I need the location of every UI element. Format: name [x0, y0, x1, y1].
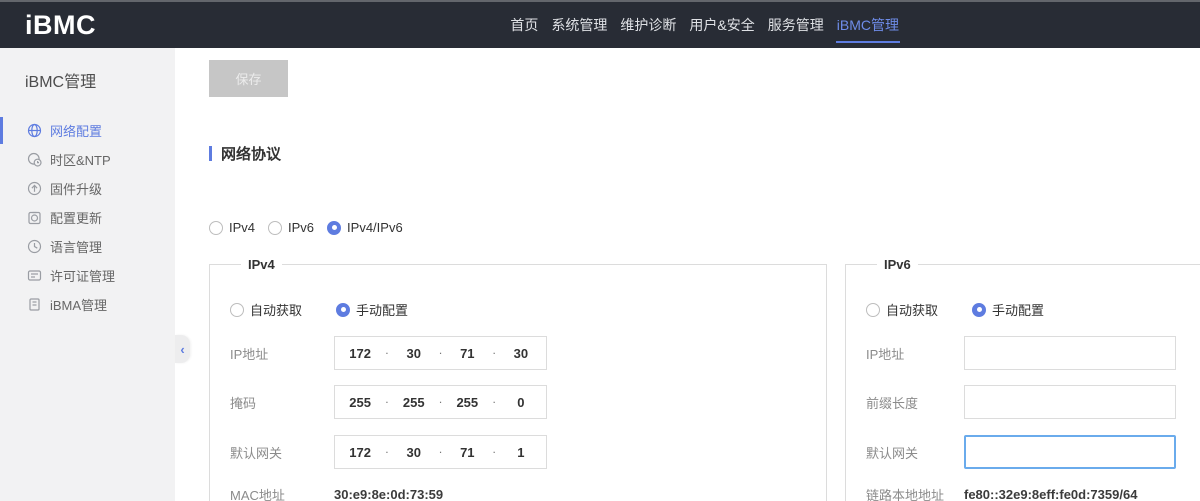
ipv4-mask-row: 掩码 255 . 255 . 255 . 0 — [230, 385, 806, 419]
ipv6-prefix-row: 前缀长度 — [866, 385, 1200, 419]
sidebar-item-label: 许可证管理 — [50, 266, 115, 285]
chevron-left-icon: ‹ — [180, 342, 184, 357]
ipv6-radio-auto[interactable]: 自动获取 — [866, 300, 938, 319]
ipv6-radio-manual[interactable]: 手动配置 — [972, 300, 1044, 319]
ibma-icon — [27, 297, 42, 312]
sidebar-item-ibma[interactable]: iBMA管理 — [0, 290, 175, 319]
radio-circle-icon — [327, 221, 341, 235]
ipv6-prefix-label: 前缀长度 — [866, 393, 964, 412]
sidebar-item-language[interactable]: 语言管理 — [0, 232, 175, 261]
network-icon — [27, 123, 42, 138]
radio-circle-icon — [209, 221, 223, 235]
ipv4-mac-label: MAC地址 — [230, 485, 334, 501]
top-nav: 首页 系统管理 维护诊断 用户&安全 服务管理 iBMC管理 — [509, 2, 900, 48]
ipv4-gateway-input[interactable]: 172 . 30 . 71 . 1 — [334, 435, 547, 469]
sidebar-item-timezone-ntp[interactable]: 时区&NTP — [0, 145, 175, 174]
language-icon — [27, 239, 42, 254]
radio-circle-icon — [230, 303, 244, 317]
sidebar-item-label: 配置更新 — [50, 208, 102, 227]
ipv6-link-local-row: 链路本地地址 fe80::32e9:8eff:fe0d:7359/64 — [866, 482, 1200, 501]
radio-circle-icon — [972, 303, 986, 317]
ipv6-panel-legend: IPv6 — [877, 257, 918, 272]
nav-item-user-security[interactable]: 用户&安全 — [688, 2, 755, 48]
sidebar-item-label: 网络配置 — [50, 121, 102, 140]
sidebar: iBMC管理 网络配置 时区&NTP — [0, 48, 175, 501]
ipv4-mask-label: 掩码 — [230, 393, 334, 412]
ipv4-ip-row: IP地址 172 . 30 . 71 . 30 — [230, 336, 806, 370]
ibmc-logo: iBMC — [25, 10, 96, 41]
main-content: 保存 网络协议 IPv4 IPv6 IPv4/IPv6 — [175, 48, 1200, 501]
timezone-ntp-icon — [27, 152, 42, 167]
nav-item-maintenance[interactable]: 维护诊断 — [619, 2, 677, 48]
ipv6-ip-row: IP地址 — [866, 336, 1200, 370]
ipv6-link-local-label: 链路本地地址 — [866, 485, 964, 501]
ipv4-mac-value: 30:e9:8e:0d:73:59 — [334, 487, 443, 501]
radio-ipv4-ipv6[interactable]: IPv4/IPv6 — [327, 220, 403, 235]
radio-ipv6[interactable]: IPv6 — [268, 220, 314, 235]
ipv4-gateway-label: 默认网关 — [230, 443, 334, 462]
nav-item-ibmc-management[interactable]: iBMC管理 — [836, 2, 900, 48]
radio-circle-icon — [268, 221, 282, 235]
ipv4-mask-input[interactable]: 255 . 255 . 255 . 0 — [334, 385, 547, 419]
ipv4-mode-radio-group: 自动获取 手动配置 — [230, 300, 806, 319]
top-bar: iBMC 首页 系统管理 维护诊断 用户&安全 服务管理 iBMC管理 — [0, 0, 1200, 48]
ipv4-ip-input[interactable]: 172 . 30 . 71 . 30 — [334, 336, 547, 370]
ipv4-ip-label: IP地址 — [230, 344, 334, 363]
sidebar-item-label: iBMA管理 — [50, 295, 107, 314]
ipv6-panel: IPv6 自动获取 手动配置 IP地址 — [845, 257, 1200, 501]
nav-item-service[interactable]: 服务管理 — [767, 2, 825, 48]
sidebar-item-label: 时区&NTP — [50, 150, 111, 169]
ipv4-panel-legend: IPv4 — [241, 257, 282, 272]
ipv4-panel: IPv4 自动获取 手动配置 IP地址 — [209, 257, 827, 501]
config-update-icon — [27, 210, 42, 225]
sidebar-item-license[interactable]: 许可证管理 — [0, 261, 175, 290]
ipv4-mac-row: MAC地址 30:e9:8e:0d:73:59 — [230, 482, 806, 501]
ipv4-radio-auto[interactable]: 自动获取 — [230, 300, 302, 319]
ipv4-gateway-row: 默认网关 172 . 30 . 71 . 1 — [230, 435, 806, 469]
sidebar-menu: 网络配置 时区&NTP 固件升级 — [0, 116, 175, 319]
section-header: 网络协议 — [209, 143, 1200, 164]
sidebar-item-firmware-upgrade[interactable]: 固件升级 — [0, 174, 175, 203]
nav-item-home[interactable]: 首页 — [509, 2, 539, 48]
ibmc-app: iBMC 首页 系统管理 维护诊断 用户&安全 服务管理 iBMC管理 iBMC… — [0, 0, 1200, 501]
protocol-panels: IPv4 自动获取 手动配置 IP地址 — [209, 257, 1200, 501]
ipv6-gateway-label: 默认网关 — [866, 443, 964, 462]
sidebar-item-config-update[interactable]: 配置更新 — [0, 203, 175, 232]
radio-circle-icon — [336, 303, 350, 317]
section-accent-bar — [209, 146, 212, 161]
ipv6-gateway-row: 默认网关 — [866, 435, 1200, 469]
sidebar-collapse-button[interactable]: ‹ — [175, 335, 190, 363]
license-icon — [27, 268, 42, 283]
sidebar-item-label: 固件升级 — [50, 179, 102, 198]
ipv6-ip-input[interactable] — [964, 336, 1176, 370]
protocol-radio-group: IPv4 IPv6 IPv4/IPv6 — [209, 220, 1200, 235]
sidebar-item-label: 语言管理 — [50, 237, 102, 256]
ipv6-gateway-input[interactable] — [964, 435, 1176, 469]
ipv4-radio-manual[interactable]: 手动配置 — [336, 300, 408, 319]
ipv6-mode-radio-group: 自动获取 手动配置 — [866, 300, 1200, 319]
ipv6-prefix-length-input[interactable] — [964, 385, 1176, 419]
nav-item-system[interactable]: 系统管理 — [550, 2, 608, 48]
page-title: 网络协议 — [221, 143, 281, 164]
firmware-upgrade-icon — [27, 181, 42, 196]
save-button[interactable]: 保存 — [209, 60, 288, 97]
radio-circle-icon — [866, 303, 880, 317]
sidebar-item-network-config[interactable]: 网络配置 — [0, 116, 175, 145]
radio-ipv4[interactable]: IPv4 — [209, 220, 255, 235]
sidebar-title: iBMC管理 — [0, 48, 175, 92]
ipv6-link-local-value: fe80::32e9:8eff:fe0d:7359/64 — [964, 487, 1137, 501]
ipv6-ip-label: IP地址 — [866, 344, 964, 363]
